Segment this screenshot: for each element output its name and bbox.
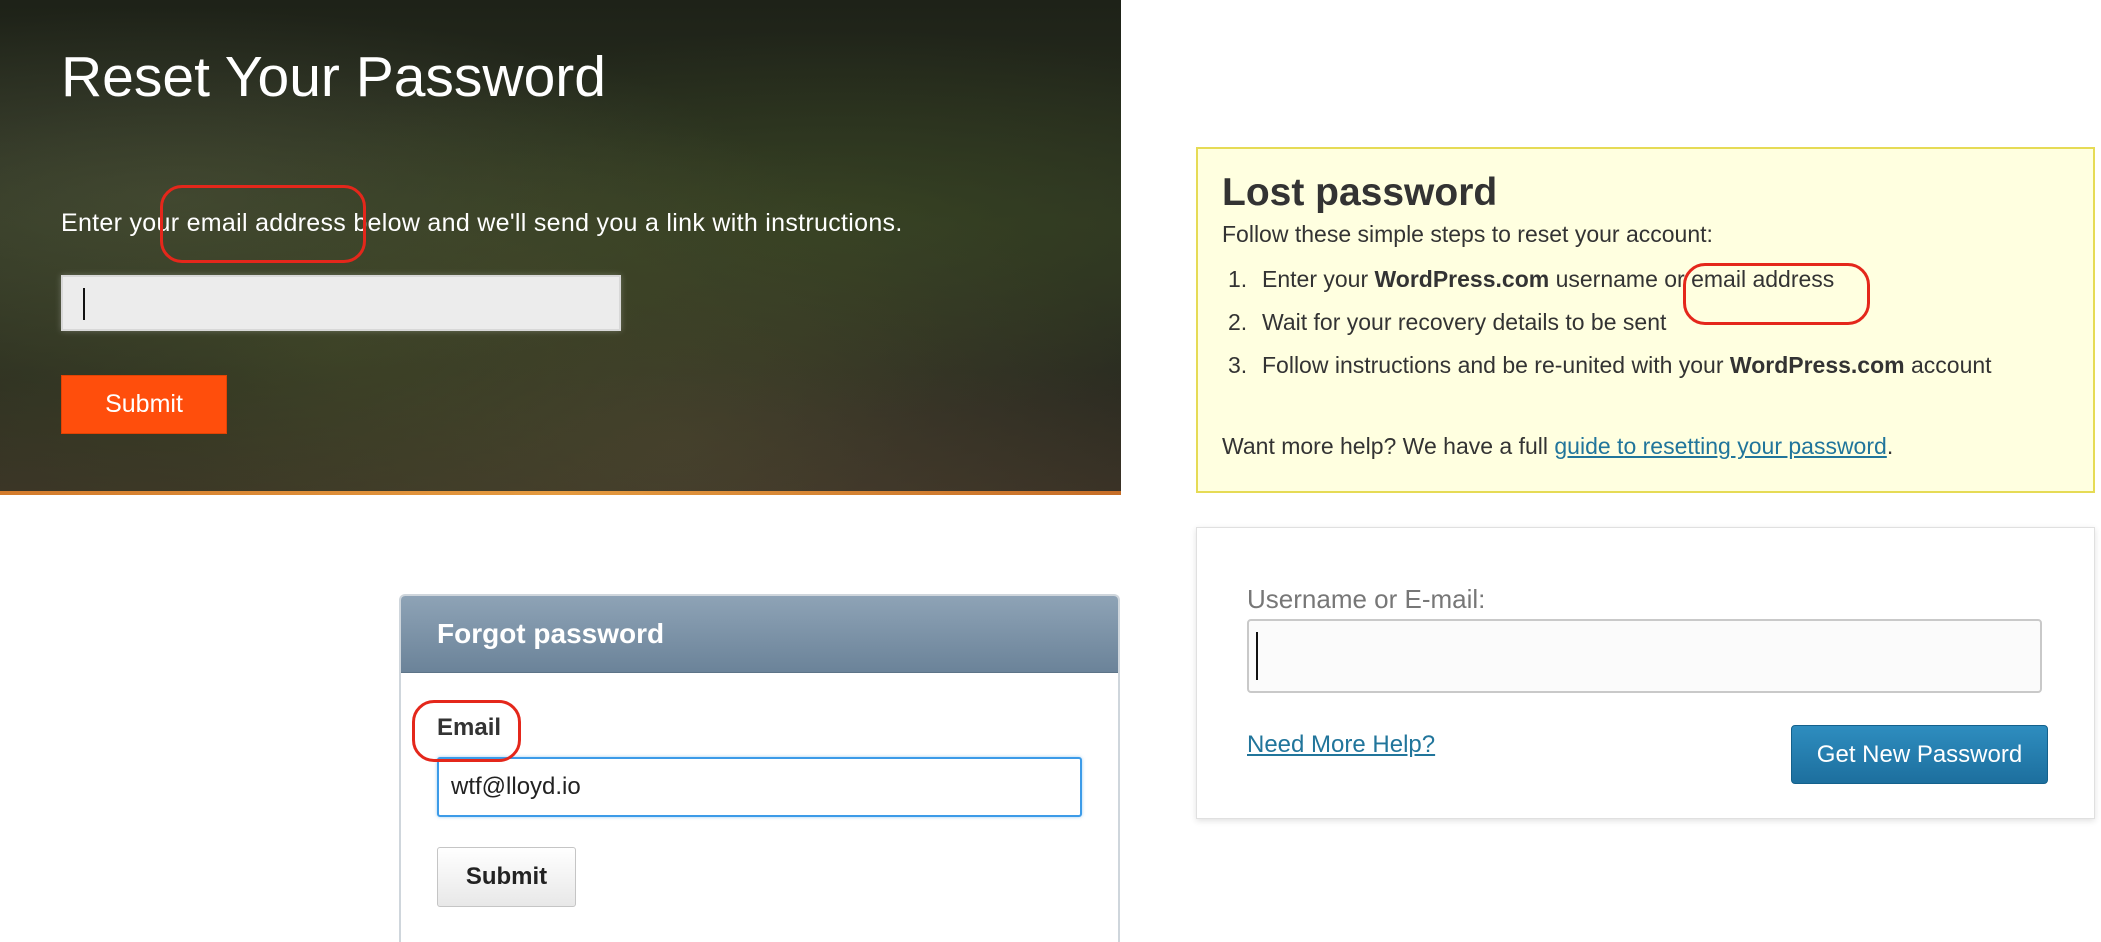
list-item: 2. Wait for your recovery details to be s… (1222, 306, 1992, 349)
text-caret (1256, 632, 1258, 680)
step-number: 1. (1228, 266, 1248, 292)
list-item: 3. Follow instructions and be re-united w… (1222, 349, 1992, 392)
username-email-label: Username or E-mail: (1247, 584, 1486, 614)
step-text: Enter your (1262, 266, 1375, 292)
reset-submit-button[interactable]: Submit (61, 375, 227, 434)
list-item: 1. Enter your WordPress.com username or e… (1222, 263, 1992, 306)
lost-password-help-text: Want more help? We have a full guide to … (1222, 433, 1893, 460)
forgot-password-title: Forgot password (437, 618, 665, 649)
step-text: Follow instructions and be re-united wit… (1262, 352, 1730, 378)
lost-password-subtitle: Follow these simple steps to reset your … (1222, 221, 1713, 247)
step-text: username or email address (1549, 266, 1835, 292)
step-text: account (1904, 352, 1992, 378)
text-caret (83, 288, 85, 320)
forgot-submit-button[interactable]: Submit (437, 847, 576, 907)
get-new-password-button[interactable]: Get New Password (1791, 725, 2048, 784)
reset-instructions-text: Enter your email address below and we'll… (61, 209, 903, 237)
forgot-password-panel: Forgot password Email Submit (399, 594, 1120, 942)
reset-password-title: Reset Your Password (61, 45, 606, 109)
lost-password-steps: 1. Enter your WordPress.com username or e… (1222, 263, 1992, 392)
step-bold-text: WordPress.com (1374, 266, 1550, 292)
username-form-panel: Username or E-mail: Need More Help? Get … (1196, 527, 2095, 819)
username-email-input[interactable] (1247, 619, 2042, 693)
help-suffix: . (1886, 433, 1894, 459)
reset-password-panel: Reset Your Password Enter your email add… (0, 0, 1121, 495)
lost-password-panel: Lost password Follow these simple steps … (1196, 147, 2095, 493)
step-number: 2. (1228, 309, 1248, 335)
guide-link[interactable]: guide to resetting your password (1554, 433, 1886, 459)
email-field[interactable] (437, 757, 1082, 817)
lost-password-title: Lost password (1222, 171, 1498, 214)
need-more-help-link[interactable]: Need More Help? (1247, 731, 1435, 759)
email-label: Email (437, 714, 502, 741)
step-text: Wait for your recovery details to be sen… (1262, 309, 1667, 335)
step-number: 3. (1228, 352, 1248, 378)
help-prefix: Want more help? We have a full (1222, 433, 1555, 459)
step-bold-text: WordPress.com (1729, 352, 1905, 378)
reset-email-input[interactable] (61, 275, 621, 331)
